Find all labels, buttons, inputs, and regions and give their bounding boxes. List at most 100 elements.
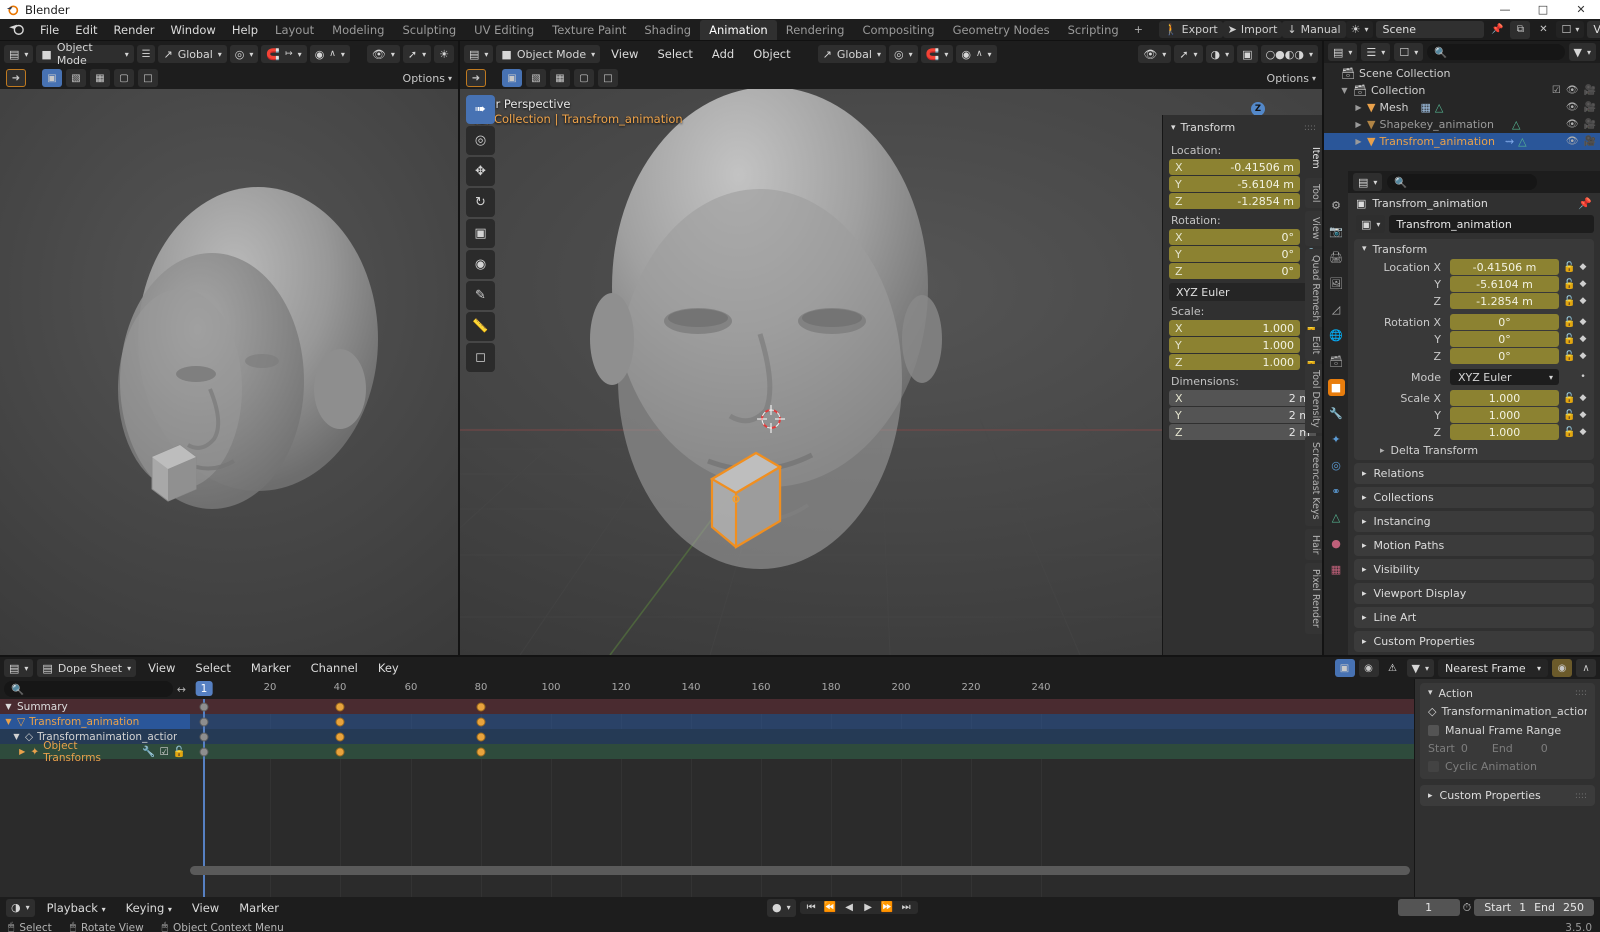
outliner-filter-display-icon[interactable]: ☐ ▾ <box>1394 43 1424 61</box>
dimension-y-row[interactable]: Y2 m <box>1169 407 1316 423</box>
location-z-row[interactable]: Z-1.2854 m🔓 <box>1169 193 1317 210</box>
options-dropdown[interactable]: Options ▾ <box>403 72 452 85</box>
keyframe-marker[interactable] <box>476 702 486 711</box>
workspace-tab-layout[interactable]: Layout <box>266 20 323 40</box>
rotate-tool[interactable]: ↻ <box>466 188 495 217</box>
sidebar-tab-edit[interactable]: Edit <box>1305 330 1322 361</box>
keyframe-diamond-icon[interactable]: ◆ <box>1578 410 1588 420</box>
transform-orientation-dropdown[interactable]: ↗ Global ▾ <box>817 45 886 63</box>
outliner-row-transfrom-animation[interactable]: ▶ ▼ Transfrom_animation ⇝ △ 👁 🎥 <box>1324 133 1600 150</box>
scale-tool[interactable]: ▣ <box>466 219 495 248</box>
viewport-menu-view[interactable]: View <box>603 45 646 63</box>
outliner-display-icon[interactable]: ☰ ▾ <box>1361 43 1391 61</box>
editor-type-icon[interactable]: ▤ ▾ <box>1328 43 1358 61</box>
proportional-edit-icon[interactable]: ◉ ∧ ▾ <box>309 45 350 63</box>
scale-z-row[interactable]: Z 1.000 🔓 <box>1169 354 1317 371</box>
timeline-view-menu[interactable]: View <box>184 899 227 917</box>
transform-orientation-dropdown[interactable]: ↗ Global ▾ <box>158 45 227 63</box>
extend-select-mode[interactable]: ▧ <box>66 69 86 87</box>
sidebar-tab-pixel-render[interactable]: Pixel Render <box>1305 563 1322 635</box>
render-icon[interactable]: 📷 <box>1328 223 1345 240</box>
eye-icon[interactable]: 👁 <box>1566 85 1579 96</box>
gizmo-axis-z[interactable]: Z <box>1251 102 1265 116</box>
outliner-row-scene-collection[interactable]: 🗃 Scene Collection <box>1324 65 1600 82</box>
lane-action[interactable] <box>190 729 1414 744</box>
difference-select-mode[interactable]: □ <box>598 69 618 87</box>
scale-x-value[interactable]: 1.000 <box>1263 322 1295 335</box>
dope-menu-marker[interactable]: Marker <box>243 659 299 677</box>
workspace-tab-rendering[interactable]: Rendering <box>777 20 854 40</box>
location-y-row[interactable]: Y-5.6104 m🔓 <box>1169 176 1317 193</box>
keyframe-marker[interactable] <box>335 747 345 756</box>
keyframe-diamond-icon[interactable]: ◆ <box>1578 351 1588 361</box>
animation-icon[interactable]: ⇝ <box>1505 135 1514 148</box>
keyframe-diamond-icon[interactable]: ◆ <box>1578 334 1588 344</box>
keyframe-diamond-icon[interactable]: ◆ <box>1578 296 1588 306</box>
object-mode-dropdown[interactable]: ■ Object Mode ▾ <box>36 41 134 67</box>
visibility-icon[interactable]: 👁 ▾ <box>1138 45 1172 63</box>
pin-icon[interactable]: 📌 <box>1578 197 1592 210</box>
manual-button[interactable]: ↓ Manual <box>1282 21 1346 38</box>
extend-select-mode[interactable]: ▧ <box>526 69 546 87</box>
mesh-data-icon[interactable]: △ <box>1518 135 1526 148</box>
filter-icon[interactable]: ▼ ▾ <box>1568 43 1596 61</box>
panel-line-art[interactable]: ▸ Line Art <box>1354 607 1594 628</box>
dope-sheet-mode-dropdown[interactable]: ▤ Dope Sheet ▾ <box>37 659 137 677</box>
viewport-menu-select[interactable]: Select <box>649 45 700 63</box>
expander[interactable]: ▶ <box>18 747 26 756</box>
data-mesh-icon[interactable]: △ <box>1328 509 1345 526</box>
workspace-tab-modeling[interactable]: Modeling <box>323 20 393 40</box>
expander[interactable]: ▼ <box>1340 86 1349 95</box>
scrollbar-thumb[interactable] <box>190 866 1410 875</box>
particles-icon[interactable]: ✦ <box>1328 431 1345 448</box>
scene-props-icon[interactable]: ◿ <box>1328 301 1345 318</box>
jump-to-end-icon[interactable]: ⏭ <box>898 902 915 913</box>
panel-custom-properties[interactable]: ▸ Custom Properties <box>1354 631 1594 652</box>
dope-sheet-keyframe-grid[interactable]: 1 20 40 60 80 100 120 140 160 180 200 22… <box>190 679 1414 897</box>
expander[interactable]: ▼ <box>12 732 21 741</box>
workspace-tab-uv-editing[interactable]: UV Editing <box>465 20 543 40</box>
viewport-right-canvas[interactable]: User Perspective (1) Collection | Transf… <box>460 89 1322 655</box>
dimension-z-row[interactable]: Z2 m <box>1169 424 1316 440</box>
row-value[interactable]: XYZ Euler <box>1458 371 1512 384</box>
play-icon[interactable]: ▶ <box>860 902 877 913</box>
options-dropdown[interactable]: Options ▾ <box>1267 72 1316 85</box>
subtract-select-mode[interactable]: ▦ <box>550 69 570 87</box>
physics-icon[interactable]: ◎ <box>1328 457 1345 474</box>
panel-collections[interactable]: ▸ Collections <box>1354 487 1594 508</box>
rotation-mode-dropdown[interactable]: XYZ Euler▾ <box>1169 283 1316 301</box>
outliner-row-mesh[interactable]: ▶ ▼ Mesh ▦ △ 👁 🎥 <box>1324 99 1600 116</box>
outliner-search-input[interactable]: 🔍 <box>1427 44 1565 60</box>
hamburger-icon[interactable]: ☰ <box>136 45 156 63</box>
prop-row-scale-x[interactable]: Scale X 1.000 🔓 ◆ <box>1354 390 1594 407</box>
keyframe-marker[interactable] <box>335 717 345 726</box>
viewlayer-name-field[interactable]: ViewLayer <box>1587 21 1600 38</box>
visibility-icon[interactable]: 👁 ▾ <box>366 45 400 63</box>
row-value[interactable]: 0° <box>1498 350 1511 363</box>
dope-horizontal-scrollbar[interactable] <box>190 866 1410 875</box>
scale-y-value[interactable]: 1.000 <box>1263 339 1295 352</box>
mesh-data-icon[interactable]: △ <box>1435 101 1443 114</box>
row-value[interactable]: 1.000 <box>1489 392 1521 405</box>
shading-modes[interactable]: ○●◐◑ ▾ <box>1260 45 1318 63</box>
row-value[interactable]: 1.000 <box>1489 409 1521 422</box>
viewport-menu-object[interactable]: Object <box>745 45 798 63</box>
rotation-y-row[interactable]: Y0°🔓 <box>1169 246 1317 263</box>
play-reverse-icon[interactable]: ◀ <box>841 902 858 913</box>
keyframe-marker[interactable] <box>199 732 209 741</box>
output-icon[interactable]: 🖨 <box>1328 249 1345 266</box>
keyframe-diamond-icon[interactable]: ◆ <box>1578 262 1588 272</box>
world-icon[interactable]: 🌐 <box>1328 327 1345 344</box>
blender-logo-icon[interactable] <box>8 22 26 38</box>
constraints-icon[interactable]: ⚭ <box>1328 483 1345 500</box>
intersect-select-mode[interactable]: ▢ <box>114 69 134 87</box>
row-value[interactable]: 0° <box>1498 333 1511 346</box>
keyframe-marker[interactable] <box>199 717 209 726</box>
prop-row-location-z[interactable]: Z -1.2854 m 🔓 ◆ <box>1354 293 1594 310</box>
workspace-tab-geometry-nodes[interactable]: Geometry Nodes <box>944 20 1059 40</box>
lock-icon[interactable]: 🔓 <box>1563 262 1575 273</box>
prop-row-scale-z[interactable]: Z 1.000 🔓 ◆ <box>1354 424 1594 441</box>
delta-transform-subpanel[interactable]: ▸ Delta Transform <box>1354 441 1594 460</box>
lock-icon[interactable]: 🔓 <box>1563 317 1575 328</box>
stopwatch-icon[interactable]: ⏱ <box>1463 901 1472 915</box>
